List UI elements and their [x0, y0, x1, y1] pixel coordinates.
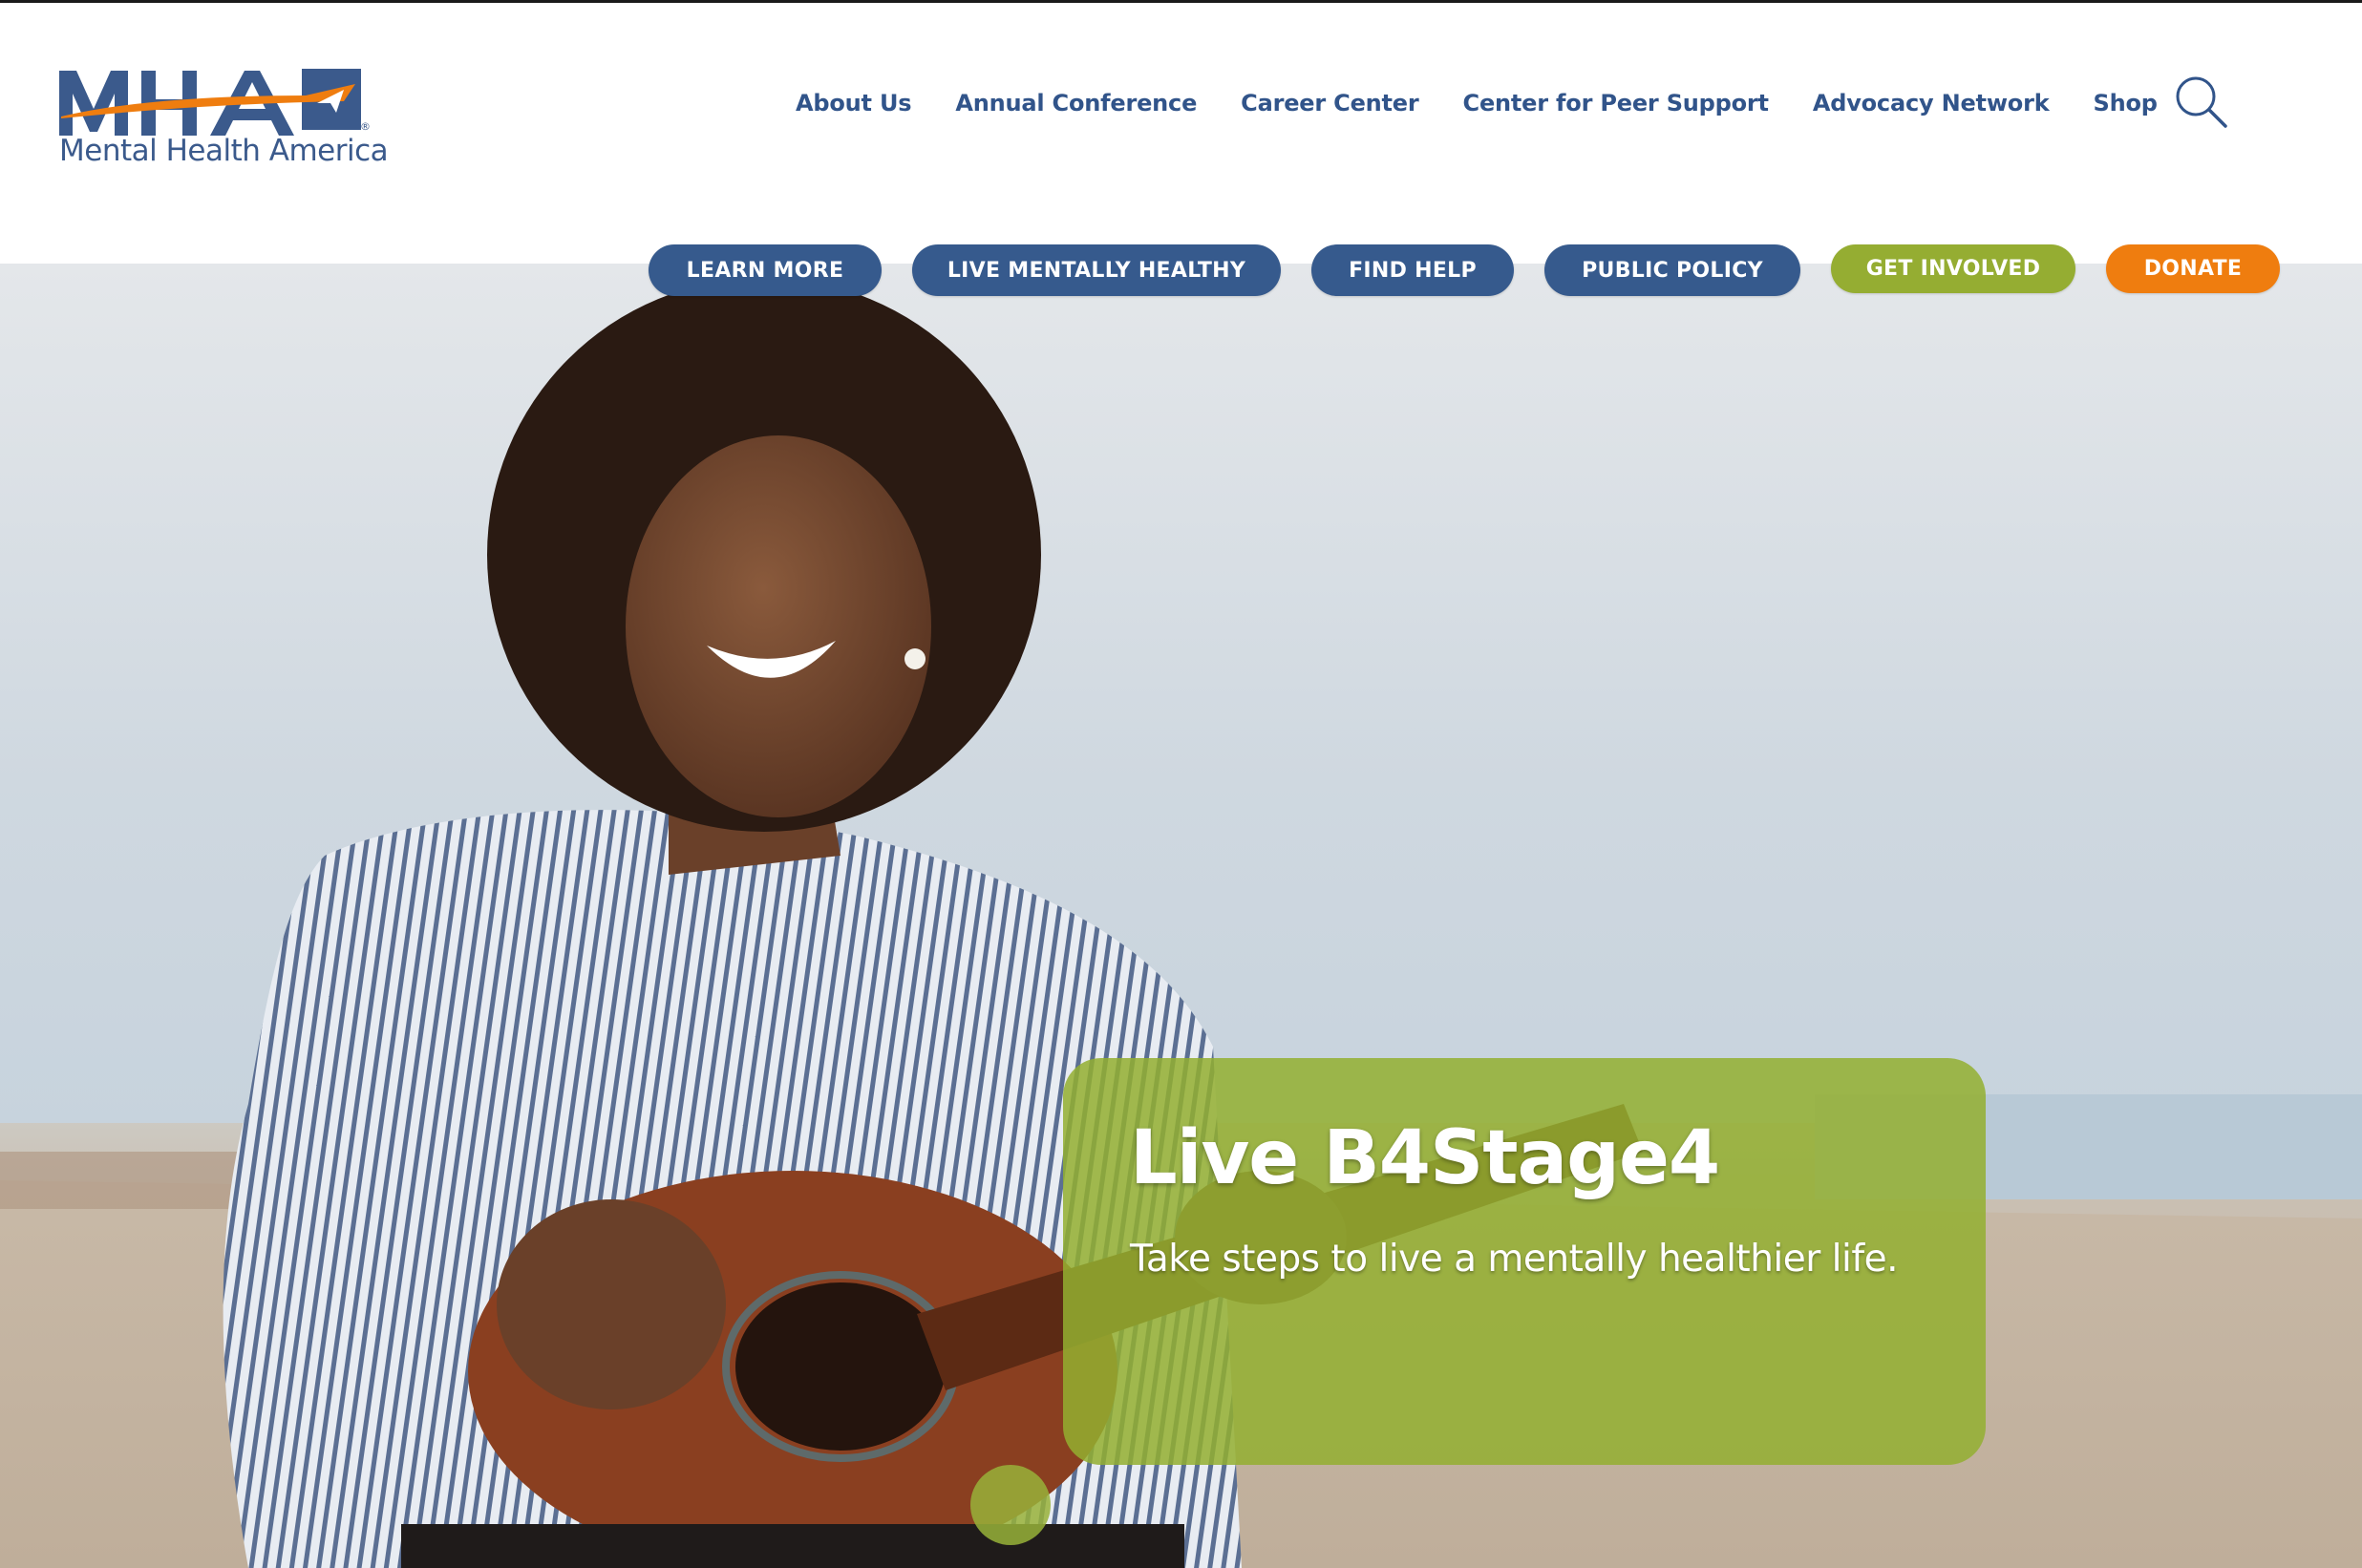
donate-button[interactable]: DONATE: [2106, 244, 2280, 293]
learn-more-button[interactable]: LEARN MORE: [649, 244, 882, 296]
live-mentally-healthy-button[interactable]: LIVE MENTALLY HEALTHY: [912, 244, 1281, 296]
public-policy-button[interactable]: PUBLIC POLICY: [1544, 244, 1800, 296]
hero-subtitle: Take steps to live a mentally healthier …: [1130, 1238, 1898, 1281]
hero-title: Live B4Stage4: [1130, 1115, 1720, 1201]
find-help-button[interactable]: FIND HELP: [1311, 244, 1514, 296]
get-involved-button[interactable]: GET INVOLVED: [1831, 244, 2075, 293]
action-nav: LEARN MORE LIVE MENTALLY HEALTHY FIND HE…: [0, 0, 2362, 306]
page: ® Mental Health America About Us Annual …: [0, 0, 2362, 1568]
hero-card[interactable]: Live B4Stage4 Take steps to live a menta…: [1063, 1058, 1986, 1465]
